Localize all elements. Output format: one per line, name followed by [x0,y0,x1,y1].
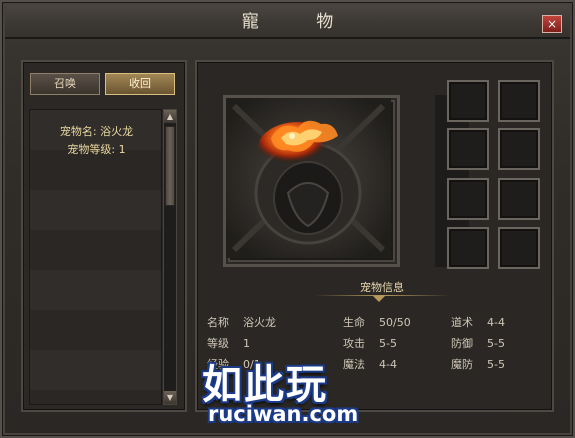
recall-button[interactable]: 收回 [105,73,175,95]
pet-level-label: 宠物等级: 1 [67,143,126,156]
scroll-thumb[interactable] [165,126,175,206]
pet-portrait-frame [223,95,400,267]
pet-list: 宠物名: 浴火龙 宠物等级: 1 [29,109,162,405]
stat-taoism: 道术 4-4 [451,316,505,329]
pet-window: 寵 物 × 召唤 收回 宠物名: 浴火龙 宠物等级: 1 ▲ ▼ 宠物信息 名称… [0,0,575,438]
watermark-en: ruciwan.com [208,402,359,426]
equip-slot-8[interactable] [498,227,540,269]
equip-slot-1[interactable] [447,80,489,122]
stat-attack: 攻击 5-5 [343,337,397,350]
scroll-up-arrow-icon[interactable]: ▲ [164,110,176,123]
stat-hp: 生命 50/50 [343,316,411,329]
stat-defense: 防御 5-5 [451,337,505,350]
window-title: 寵 物 [241,12,360,32]
fire-dragon-portrait [226,98,391,258]
equip-slot-6[interactable] [498,178,540,220]
pet-name-label[interactable]: 宠物名: 浴火龙 [30,123,163,139]
scroll-down-arrow-icon[interactable]: ▼ [164,391,176,404]
equip-slot-3[interactable] [447,128,489,170]
stat-level: 等级 1 [207,337,250,350]
equip-slot-2[interactable] [498,80,540,122]
equip-slot-5[interactable] [447,178,489,220]
title-bar[interactable]: 寵 物 × [5,5,570,39]
site-watermark: 如此玩 ruciwan.com [182,352,402,438]
pet-list-panel: 召唤 收回 宠物名: 浴火龙 宠物等级: 1 ▲ ▼ [21,60,187,412]
summon-button[interactable]: 召唤 [30,73,100,95]
pet-info-title: 宠物信息 [360,281,404,294]
stat-magic-defense: 魔防 5-5 [451,358,505,371]
equip-slot-7[interactable] [447,227,489,269]
caret-down-icon [373,296,385,302]
close-button[interactable]: × [542,15,562,33]
equip-slot-4[interactable] [498,128,540,170]
pet-list-scrollbar[interactable]: ▲ ▼ [163,109,177,405]
stat-name: 名称 浴火龙 [207,316,276,329]
